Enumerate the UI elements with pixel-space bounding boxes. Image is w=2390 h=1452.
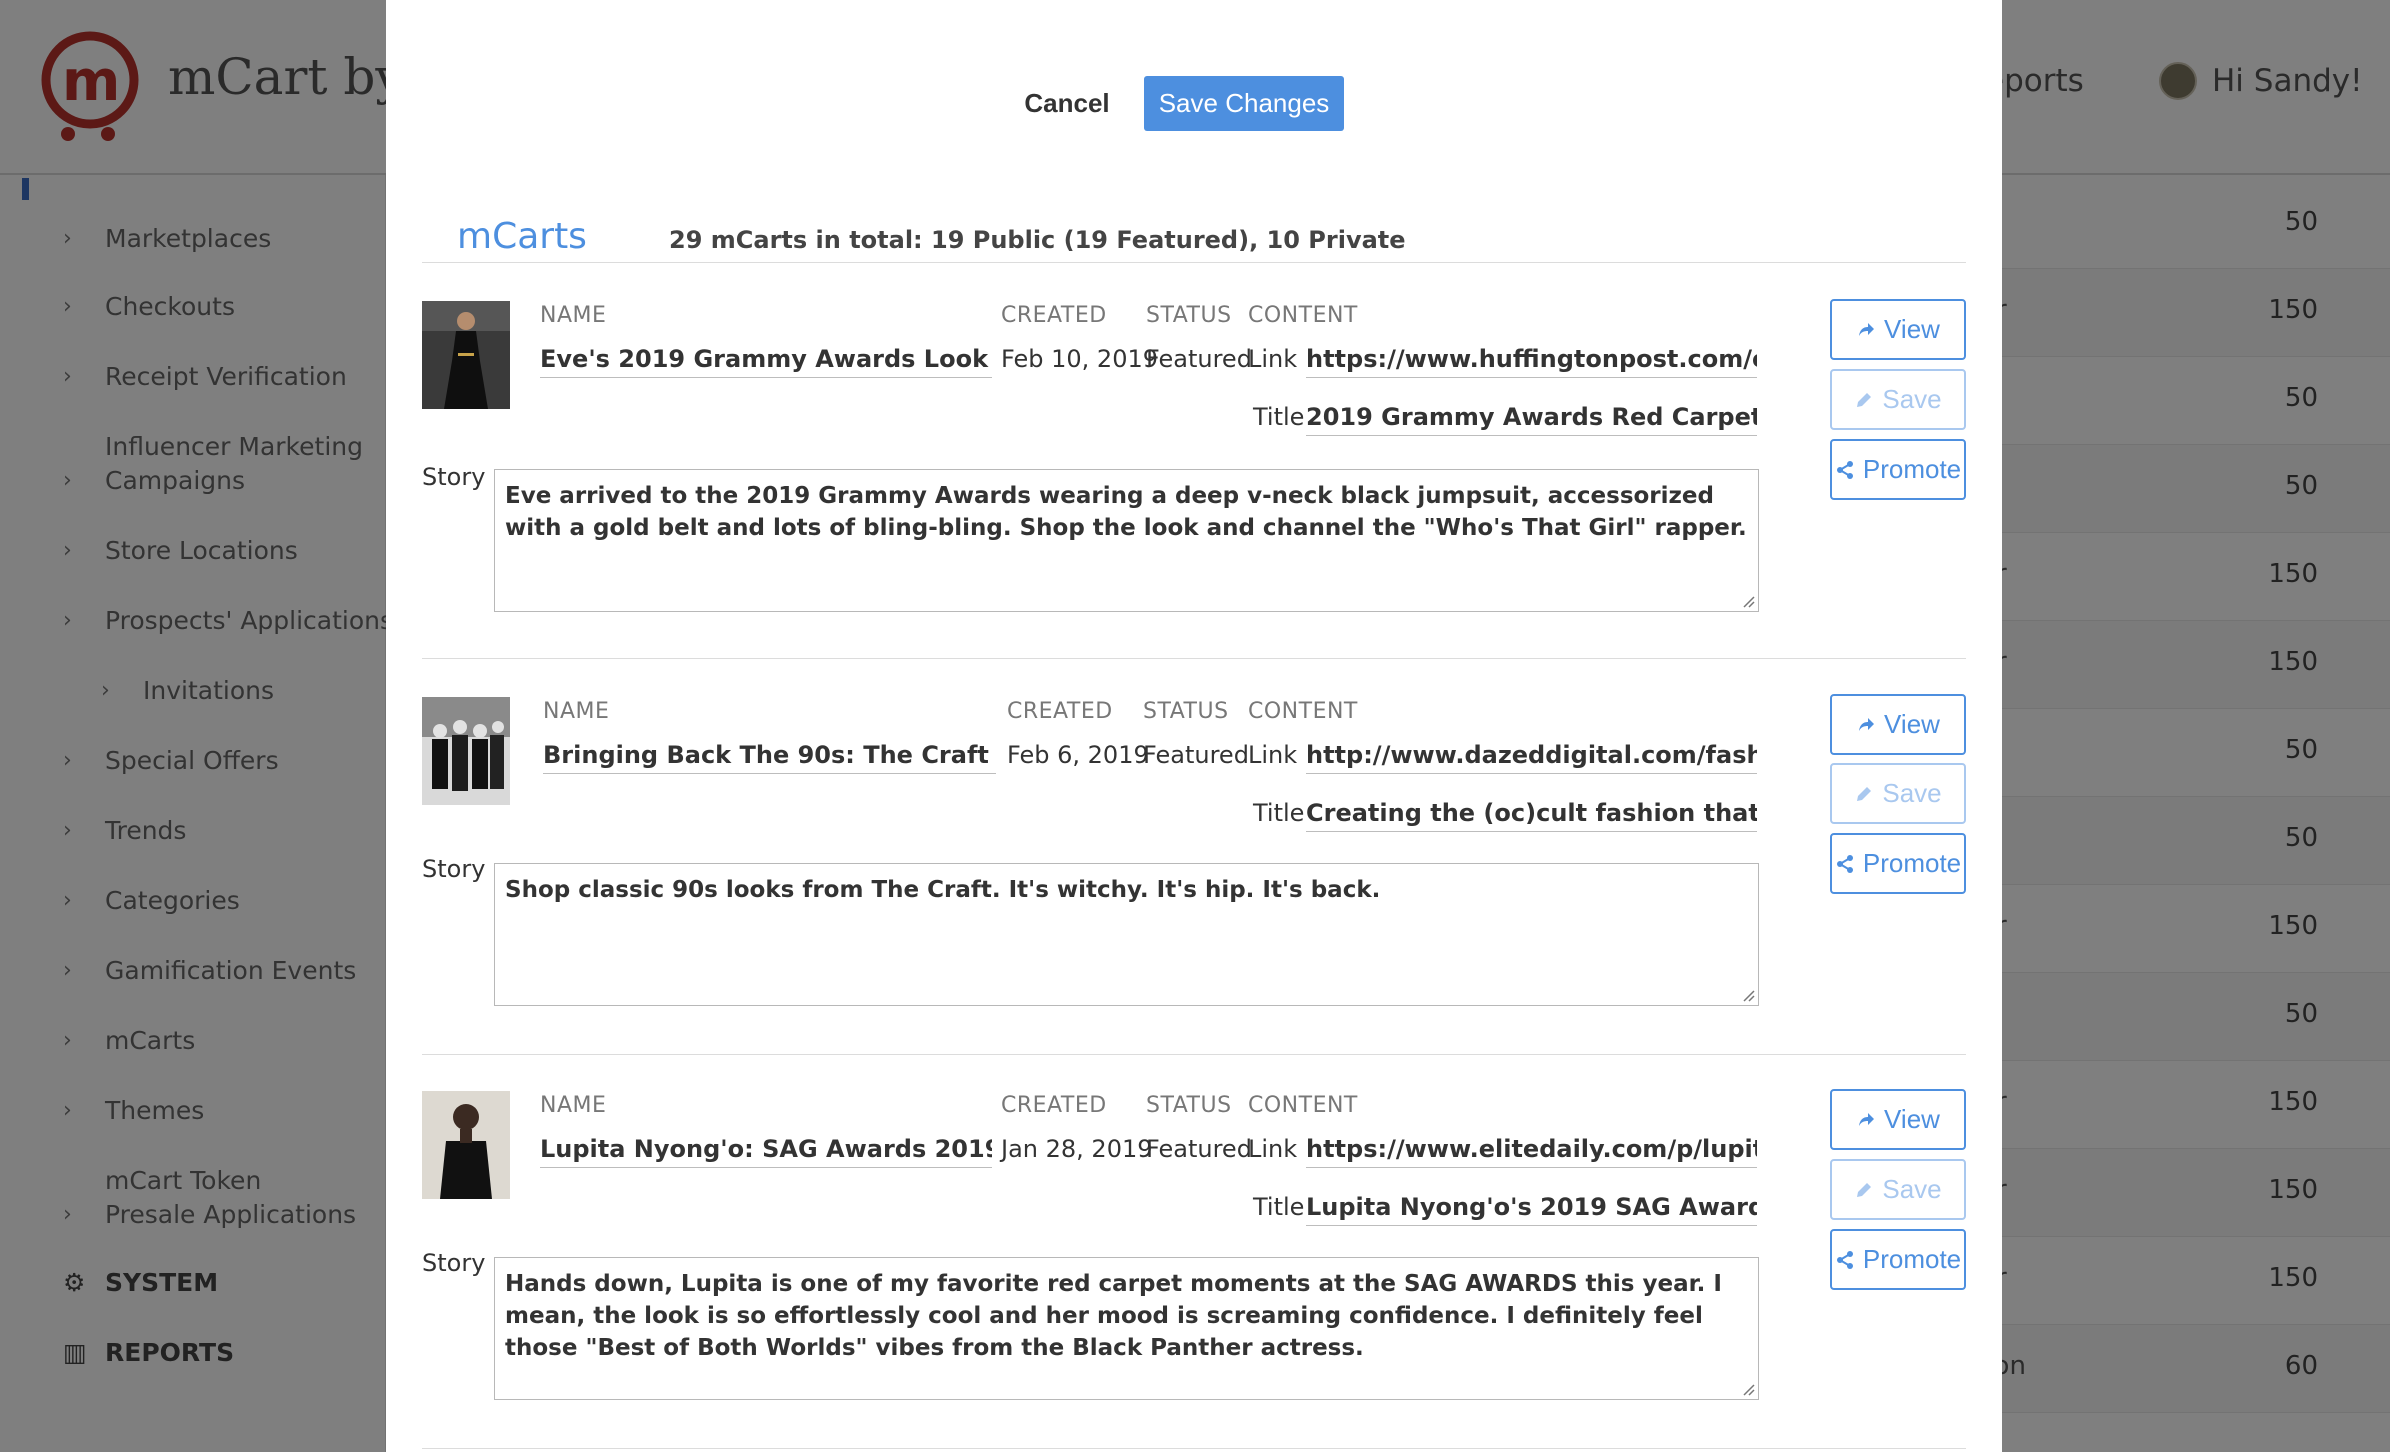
- name-header: NAME: [540, 303, 607, 328]
- promote-button[interactable]: Promote: [1830, 833, 1966, 894]
- status-header: STATUS: [1143, 699, 1229, 724]
- created-header: CREATED: [1001, 1093, 1107, 1118]
- title-label: Title: [1253, 403, 1305, 431]
- link-label: Link: [1248, 741, 1298, 769]
- title-label: Title: [1253, 799, 1305, 827]
- story-text: Eve arrived to the 2019 Grammy Awards we…: [505, 483, 1747, 541]
- resize-grip-icon[interactable]: [1741, 594, 1755, 608]
- share-arrow-icon: [1859, 1112, 1875, 1126]
- share-arrow-icon: [1859, 322, 1875, 336]
- share-icon: [1836, 1250, 1853, 1269]
- save-changes-button[interactable]: Save Changes: [1144, 76, 1344, 131]
- thumbnail-image: [422, 697, 510, 805]
- thumbnail-image: [422, 301, 510, 409]
- edit-mcarts-modal: Cancel Save Changes mCarts 29 mCarts in …: [386, 0, 2002, 1452]
- save-button[interactable]: Save: [1830, 369, 1966, 430]
- promote-button[interactable]: Promote: [1830, 439, 1966, 500]
- link-field[interactable]: https://www.huffingtonpost.com/entry/gra…: [1306, 345, 1757, 378]
- story-text: Hands down, Lupita is one of my favorite…: [505, 1271, 1722, 1361]
- view-button[interactable]: View: [1830, 694, 1966, 755]
- content-header: CONTENT: [1248, 699, 1358, 724]
- link-label: Link: [1248, 345, 1298, 373]
- share-icon: [1836, 854, 1853, 873]
- mcart-name-field[interactable]: Eve's 2019 Grammy Awards Look: [540, 345, 992, 378]
- mcart-name-field[interactable]: Lupita Nyong'o: SAG Awards 2019 Red Carp…: [540, 1135, 992, 1168]
- view-button[interactable]: View: [1830, 1089, 1966, 1150]
- story-label: Story: [422, 855, 486, 883]
- title-label: Title: [1253, 1193, 1305, 1221]
- mcart-thumbnail[interactable]: [422, 1091, 510, 1199]
- status-value: Featured: [1143, 741, 1249, 769]
- created-header: CREATED: [1007, 699, 1113, 724]
- mcart-card: NAME CREATED STATUS CONTENT Eve's 2019 G…: [422, 263, 1966, 659]
- mcarts-summary: 29 mCarts in total: 19 Public (19 Featur…: [669, 226, 1406, 254]
- mcart-card: NAME CREATED STATUS CONTENT Lupita Nyong…: [422, 1053, 1966, 1449]
- mcart-name-field[interactable]: Bringing Back The 90s: The Craft: [543, 741, 996, 774]
- pencil-icon: [1857, 1182, 1872, 1197]
- status-value: Featured: [1146, 345, 1252, 373]
- mcart-card: NAME CREATED STATUS CONTENT Bringing Bac…: [422, 659, 1966, 1055]
- pencil-icon: [1857, 392, 1872, 407]
- resize-grip-icon[interactable]: [1741, 1382, 1755, 1396]
- title-field[interactable]: Lupita Nyong'o's 2019 SAG Awards Dress I…: [1306, 1193, 1757, 1226]
- story-label: Story: [422, 1249, 486, 1277]
- cancel-button[interactable]: Cancel: [999, 76, 1135, 130]
- name-header: NAME: [543, 699, 610, 724]
- story-text: Shop classic 90s looks from The Craft. I…: [505, 877, 1381, 903]
- status-header: STATUS: [1146, 303, 1232, 328]
- share-icon: [1836, 460, 1853, 479]
- created-header: CREATED: [1001, 303, 1107, 328]
- story-textarea[interactable]: Eve arrived to the 2019 Grammy Awards we…: [494, 469, 1759, 612]
- story-textarea[interactable]: Hands down, Lupita is one of my favorite…: [494, 1257, 1759, 1400]
- promote-button[interactable]: Promote: [1830, 1229, 1966, 1290]
- share-arrow-icon: [1859, 717, 1875, 731]
- content-header: CONTENT: [1248, 1093, 1358, 1118]
- story-label: Story: [422, 463, 486, 491]
- section-title: mCarts: [457, 216, 587, 257]
- mcart-thumbnail[interactable]: [422, 697, 510, 805]
- resize-grip-icon[interactable]: [1741, 988, 1755, 1002]
- save-button[interactable]: Save: [1830, 763, 1966, 824]
- title-field[interactable]: 2019 Grammy Awards Red Carpet: All The L…: [1306, 403, 1757, 436]
- mcart-thumbnail[interactable]: [422, 301, 510, 409]
- link-field[interactable]: https://www.elitedaily.com/p/lupita-nyon…: [1306, 1135, 1757, 1168]
- save-button[interactable]: Save: [1830, 1159, 1966, 1220]
- pencil-icon: [1857, 786, 1872, 801]
- link-label: Link: [1248, 1135, 1298, 1163]
- thumbnail-image: [422, 1091, 510, 1199]
- view-button[interactable]: View: [1830, 299, 1966, 360]
- story-textarea[interactable]: Shop classic 90s looks from The Craft. I…: [494, 863, 1759, 1006]
- content-header: CONTENT: [1248, 303, 1358, 328]
- created-date: Feb 10, 2019: [1001, 345, 1158, 373]
- title-field[interactable]: Creating the (oc)cult fashion that defin…: [1306, 799, 1757, 832]
- link-field[interactable]: http://www.dazeddigital.com/fashion/gall…: [1306, 741, 1757, 774]
- name-header: NAME: [540, 1093, 607, 1118]
- status-value: Featured: [1146, 1135, 1252, 1163]
- created-date: Feb 6, 2019: [1007, 741, 1149, 769]
- status-header: STATUS: [1146, 1093, 1232, 1118]
- created-date: Jan 28, 2019: [1001, 1135, 1153, 1163]
